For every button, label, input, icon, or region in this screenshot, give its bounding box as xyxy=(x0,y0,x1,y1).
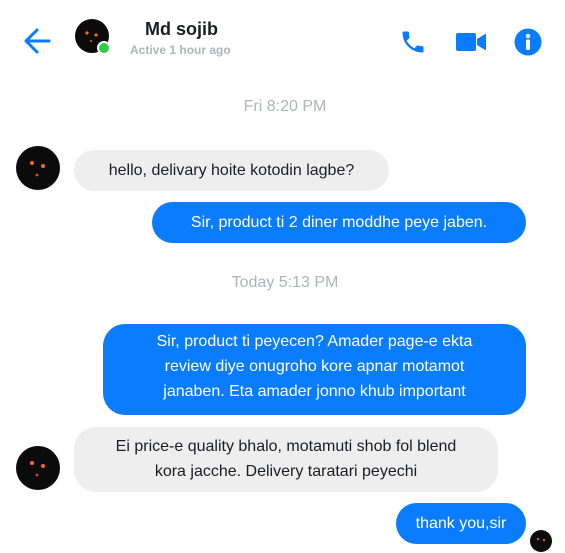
online-status-dot xyxy=(97,41,111,55)
outgoing-message-bubble[interactable]: Sir, product ti 2 diner moddhe peye jabe… xyxy=(152,202,526,243)
incoming-message-bubble[interactable]: Ei price-e quality bhalo, motamuti shob … xyxy=(74,427,498,492)
seen-indicator-avatar xyxy=(530,530,552,552)
message-text: hello, delivary hoite kotodin lagbe? xyxy=(108,162,355,179)
back-arrow-icon xyxy=(24,28,51,54)
timestamp-divider: Today 5:13 PM xyxy=(231,274,339,291)
message-text-line: janaben. Eta amader jonno khub important xyxy=(163,383,466,400)
message-text: Sir, product ti 2 diner moddhe peye jabe… xyxy=(190,214,488,231)
video-camera-icon xyxy=(456,33,486,51)
phone-icon xyxy=(402,31,424,53)
message-text-line: review diye onugroho kore apnar motamot xyxy=(164,358,465,375)
audio-call-button[interactable] xyxy=(399,28,427,56)
message-text: thank you,sir xyxy=(415,515,507,532)
messenger-chat-screen: Md sojib Active 1 hour ago Fri 8:20 PM T… xyxy=(0,0,565,553)
message-text-line: Sir, product ti peyecen? Amader page-e e… xyxy=(156,333,473,350)
timestamp-divider: Fri 8:20 PM xyxy=(243,98,327,115)
conversation-info-button[interactable] xyxy=(514,28,542,56)
sender-avatar[interactable] xyxy=(16,146,60,190)
incoming-message-bubble[interactable]: hello, delivary hoite kotodin lagbe? xyxy=(74,150,389,191)
message-text-line: kora jacche. Delivery taratari peyechi xyxy=(154,463,418,480)
sender-avatar[interactable] xyxy=(16,446,60,490)
outgoing-message-bubble[interactable]: Sir, product ti peyecen? Amader page-e e… xyxy=(103,324,526,415)
info-icon xyxy=(514,28,542,56)
outgoing-message-bubble[interactable]: thank you,sir xyxy=(396,503,526,544)
back-button[interactable] xyxy=(22,26,52,56)
video-call-button[interactable] xyxy=(455,30,487,54)
contact-active-status: Active 1 hour ago xyxy=(130,43,231,57)
message-text-line: Ei price-e quality bhalo, motamuti shob … xyxy=(115,438,457,455)
contact-name[interactable]: Md sojib xyxy=(145,19,218,40)
